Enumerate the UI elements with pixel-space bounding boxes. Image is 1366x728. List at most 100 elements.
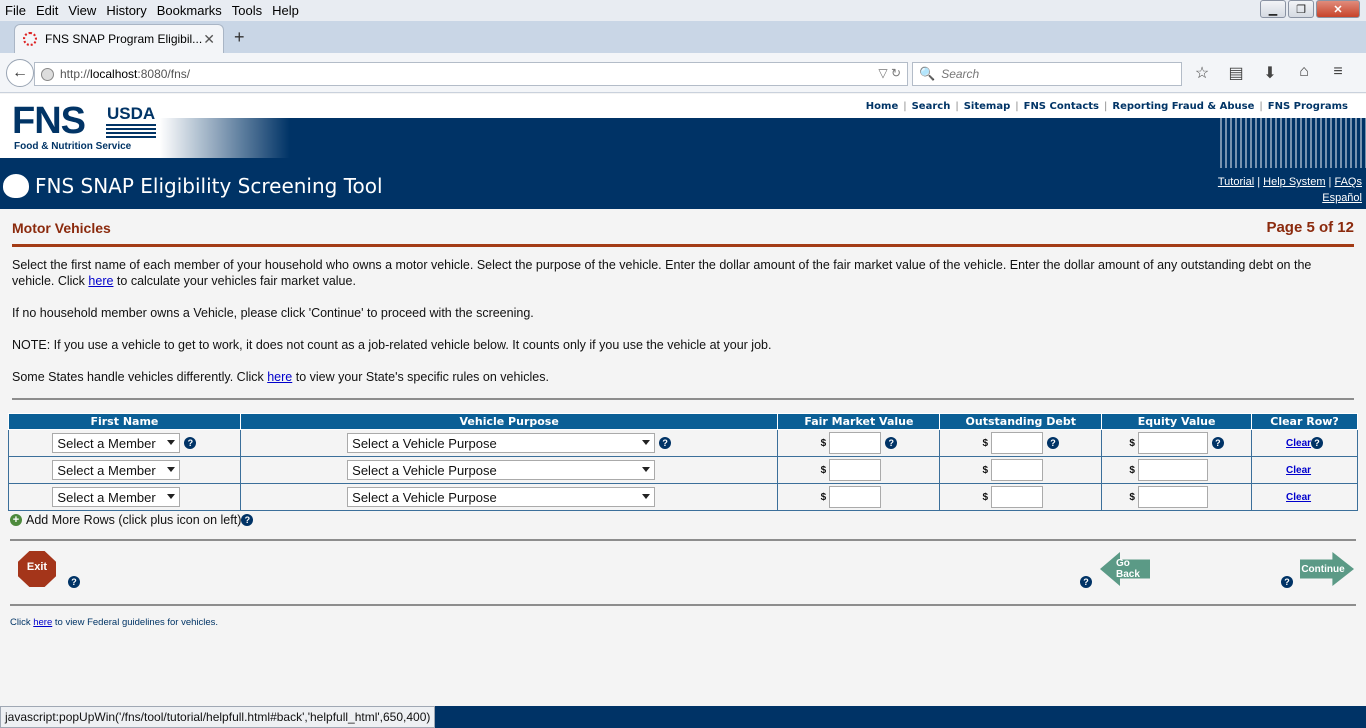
link-reporting-fraud[interactable]: Reporting Fraud & Abuse <box>1112 101 1254 112</box>
search-icon: 🔍 <box>919 66 936 81</box>
member-select[interactable]: Select a Member <box>52 487 181 507</box>
member-select[interactable]: Select a Member <box>52 433 181 453</box>
cell-clear: Clear <box>1251 483 1358 511</box>
chevron-down-icon <box>167 440 176 445</box>
fair-market-input[interactable] <box>829 486 882 508</box>
equity-input[interactable] <box>1137 486 1208 508</box>
restore-icon[interactable]: ❐ <box>1288 0 1314 18</box>
debt-input[interactable] <box>991 486 1044 508</box>
help-icon[interactable]: ? <box>68 576 80 588</box>
link-sitemap[interactable]: Sitemap <box>964 101 1011 112</box>
help-icon[interactable]: ? <box>885 437 898 449</box>
search-placeholder: Search <box>941 67 980 81</box>
help-icon[interactable]: ? <box>1211 437 1224 449</box>
link-help-system[interactable]: Help System <box>1263 176 1325 188</box>
continue-button[interactable]: Continue <box>1300 552 1354 586</box>
help-icon[interactable]: ? <box>1311 437 1324 450</box>
menu-edit[interactable]: Edit <box>31 3 63 18</box>
cell-member: Select a Member? <box>8 429 241 457</box>
app-title: FNS SNAP Eligibility Screening Tool <box>35 174 383 198</box>
page-indicator: Page 5 of 12 <box>1266 219 1354 236</box>
cell-member: Select a Member <box>8 456 241 484</box>
hamburger-menu-icon[interactable]: ≡ <box>1328 63 1348 83</box>
table-row: Select a Member? Select a Vehicle Purpos… <box>8 429 1358 457</box>
cell-equity: $? <box>1101 429 1253 457</box>
reload-icon[interactable]: ▽ ↻ <box>878 66 901 80</box>
link-tutorial[interactable]: Tutorial <box>1218 176 1254 188</box>
cell-fair-market: $ <box>777 456 941 484</box>
menu-history[interactable]: History <box>101 3 151 18</box>
debt-input[interactable] <box>991 432 1044 454</box>
cell-purpose: Select a Vehicle Purpose? <box>239 429 779 457</box>
loading-icon <box>23 32 37 46</box>
purpose-select[interactable]: Select a Vehicle Purpose <box>347 460 656 480</box>
link-faqs[interactable]: FAQs <box>1334 176 1362 188</box>
link-fns-programs[interactable]: FNS Programs <box>1268 101 1348 112</box>
fair-market-input[interactable] <box>829 459 882 481</box>
actions-divider-top <box>10 539 1356 541</box>
cell-clear: Clear? <box>1251 429 1358 457</box>
url-text[interactable]: http://localhost:8080/fns/ <box>60 67 190 81</box>
menu-file[interactable]: File <box>0 3 31 18</box>
cell-debt: $ <box>939 456 1103 484</box>
cell-equity: $ <box>1101 456 1253 484</box>
col-equity-value: Equity Value <box>1101 413 1253 430</box>
help-icon[interactable]: ? <box>1080 576 1092 588</box>
menu-tools[interactable]: Tools <box>227 3 267 18</box>
federal-guidelines-note: Click here to view Federal guidelines fo… <box>10 617 219 628</box>
add-rows-label: Add More Rows (click plus icon on left) <box>26 513 242 527</box>
reading-list-icon[interactable]: ▤ <box>1226 63 1246 83</box>
help-icon[interactable]: ? <box>241 514 254 526</box>
fair-market-input[interactable] <box>829 432 882 454</box>
fair-market-value-link[interactable]: here <box>88 274 113 288</box>
help-icon[interactable]: ? <box>1281 576 1293 588</box>
home-icon[interactable]: ⌂ <box>1294 63 1314 83</box>
plus-icon[interactable]: + <box>10 514 22 526</box>
federal-guidelines-link[interactable]: here <box>33 617 52 628</box>
help-icon[interactable]: ? <box>1047 437 1060 449</box>
table-row: Select a Member Select a Vehicle Purpose… <box>8 456 1358 484</box>
url-bar[interactable]: http://localhost:8080/fns/ ▽ ↻ <box>34 62 908 86</box>
link-home[interactable]: Home <box>866 101 898 112</box>
clear-row-link[interactable]: Clear <box>1286 438 1311 449</box>
member-select[interactable]: Select a Member <box>52 460 181 480</box>
state-rules-link[interactable]: here <box>267 370 292 384</box>
clear-row-link[interactable]: Clear <box>1286 465 1311 476</box>
col-vehicle-purpose: Vehicle Purpose <box>239 413 779 430</box>
cell-equity: $ <box>1101 483 1253 511</box>
close-window-icon[interactable]: ✕ <box>1316 0 1360 18</box>
toolbar-icons: ☆ ▤ ⬇ ⌂ ≡ <box>1192 63 1348 83</box>
clear-row-link[interactable]: Clear <box>1286 492 1311 503</box>
menu-help[interactable]: Help <box>267 3 304 18</box>
bookmark-star-icon[interactable]: ☆ <box>1192 63 1212 83</box>
link-fns-contacts[interactable]: FNS Contacts <box>1024 101 1099 112</box>
search-box[interactable]: 🔍 Search <box>912 62 1182 86</box>
col-outstanding-debt: Outstanding Debt <box>939 413 1103 430</box>
equity-input[interactable] <box>1137 459 1208 481</box>
equity-input[interactable] <box>1137 432 1208 454</box>
app-title-bar: FNS SNAP Eligibility Screening Tool <box>0 174 383 198</box>
purpose-select[interactable]: Select a Vehicle Purpose <box>347 487 656 507</box>
help-links: Tutorial | Help System | FAQs Español <box>1217 176 1362 204</box>
browser-tab[interactable]: FNS SNAP Program Eligibil... ✕ <box>14 24 224 53</box>
new-tab-icon[interactable]: + <box>234 27 245 48</box>
back-arrow-icon[interactable]: ← <box>6 59 34 87</box>
tab-close-icon[interactable]: ✕ <box>203 31 215 48</box>
menu-view[interactable]: View <box>63 3 101 18</box>
download-icon[interactable]: ⬇ <box>1260 63 1280 83</box>
debt-input[interactable] <box>991 459 1044 481</box>
col-fair-market-value: Fair Market Value <box>777 413 941 430</box>
exit-button[interactable]: Exit <box>18 551 56 587</box>
go-back-button[interactable]: Go Back <box>1100 552 1150 586</box>
help-icon[interactable]: ? <box>659 437 672 449</box>
help-icon[interactable]: ? <box>184 437 197 449</box>
menu-bookmarks[interactable]: Bookmarks <box>152 3 227 18</box>
link-espanol[interactable]: Español <box>1322 192 1362 204</box>
fns-logo[interactable]: FNS USDA Food & Nutrition Service <box>12 100 162 156</box>
currency-label: $ <box>820 464 827 476</box>
intro-paragraph-2: If no household member owns a Vehicle, p… <box>12 306 534 320</box>
link-search[interactable]: Search <box>912 101 951 112</box>
minimize-icon[interactable]: ▁ <box>1260 0 1286 18</box>
purpose-select[interactable]: Select a Vehicle Purpose <box>347 433 656 453</box>
table-header-row: First Name Vehicle Purpose Fair Market V… <box>8 413 1358 430</box>
